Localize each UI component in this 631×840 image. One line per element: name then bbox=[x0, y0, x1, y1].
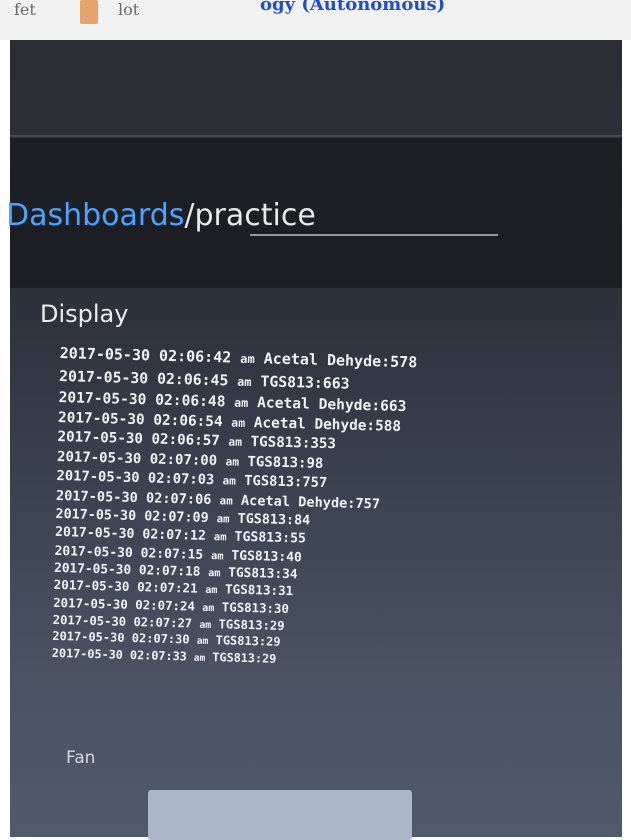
log-date: 2017-05-30 bbox=[58, 367, 149, 387]
log-date: 2017-05-30 bbox=[52, 629, 125, 646]
panel-title: Display bbox=[40, 300, 129, 328]
breadcrumb-current-page: practice bbox=[194, 198, 316, 233]
log-date: 2017-05-30 bbox=[51, 645, 124, 662]
log-time: 02:07:24 bbox=[135, 597, 196, 615]
log-time: 02:06:45 bbox=[156, 370, 229, 389]
log-time: 02:07:27 bbox=[133, 615, 193, 631]
sensor-log: 2017-05-30 02:06:42 am Acetal Dehyde:578… bbox=[52, 343, 620, 677]
log-reading: TGS813:30 bbox=[221, 599, 290, 617]
log-ampm: am bbox=[222, 474, 237, 488]
log-date: 2017-05-30 bbox=[56, 448, 142, 468]
log-reading: TGS813:31 bbox=[224, 581, 294, 599]
log-date: 2017-05-30 bbox=[53, 560, 132, 578]
log-reading: TGS813:29 bbox=[218, 617, 285, 634]
log-ampm: am bbox=[231, 415, 246, 431]
breadcrumb-underline bbox=[250, 234, 498, 236]
log-ampm: am bbox=[193, 652, 206, 664]
log-time: 02:06:48 bbox=[155, 391, 226, 410]
log-date: 2017-05-30 bbox=[54, 525, 135, 543]
log-date: 2017-05-30 bbox=[54, 543, 133, 561]
log-reading: TGS813:353 bbox=[250, 434, 337, 453]
log-ampm: am bbox=[240, 351, 255, 367]
log-date: 2017-05-30 bbox=[53, 577, 130, 595]
log-date: 2017-05-30 bbox=[58, 388, 147, 408]
log-time: 02:06:57 bbox=[151, 431, 220, 450]
top-bar-item-lot[interactable]: lot bbox=[118, 0, 139, 19]
log-time: 02:07:12 bbox=[142, 527, 207, 545]
log-reading: Acetal Dehyde:663 bbox=[256, 393, 407, 415]
log-ampm: am bbox=[219, 494, 233, 508]
breadcrumb-separator: / bbox=[184, 198, 195, 233]
log-reading: TGS813:29 bbox=[212, 650, 277, 666]
log-reading: TGS813:663 bbox=[260, 372, 350, 393]
log-reading: TGS813:34 bbox=[228, 565, 298, 583]
log-time: 02:07:30 bbox=[131, 631, 190, 647]
log-ampm: am bbox=[225, 455, 240, 469]
log-reading: TGS813:84 bbox=[237, 512, 311, 529]
log-date: 2017-05-30 bbox=[57, 410, 145, 429]
log-ampm: am bbox=[228, 434, 243, 450]
fan-label: Fan bbox=[66, 748, 96, 768]
folder-icon bbox=[80, 0, 98, 24]
log-date: 2017-05-30 bbox=[56, 468, 140, 487]
dashboard-screen: Dashboards/practice Display 2017-05-30 0… bbox=[6, 40, 622, 840]
log-date: 2017-05-30 bbox=[55, 487, 139, 507]
log-reading: Acetal Dehyde:588 bbox=[253, 415, 402, 436]
log-reading: Acetal Dehyde:757 bbox=[240, 492, 381, 513]
log-ampm: am bbox=[213, 531, 227, 544]
log-ampm: am bbox=[208, 566, 221, 580]
top-bar: fet lot ogy (Autonomous) bbox=[0, 0, 631, 40]
log-ampm: am bbox=[202, 603, 215, 615]
log-ampm: am bbox=[210, 549, 224, 563]
log-time: 02:06:42 bbox=[158, 346, 232, 367]
banner-text: ogy (Autonomous) bbox=[260, 0, 446, 14]
log-time: 02:07:00 bbox=[149, 451, 218, 470]
log-time: 02:07:09 bbox=[143, 509, 209, 527]
breadcrumb: Dashboards/practice bbox=[6, 198, 316, 233]
log-time: 02:07:15 bbox=[140, 545, 204, 563]
log-reading: TGS813:40 bbox=[231, 548, 303, 566]
fan-control[interactable] bbox=[148, 790, 412, 840]
log-reading: TGS813:757 bbox=[244, 473, 328, 492]
log-time: 02:07:03 bbox=[147, 470, 215, 489]
log-date: 2017-05-30 bbox=[52, 612, 127, 629]
log-ampm: am bbox=[216, 512, 230, 526]
log-date: 2017-05-30 bbox=[55, 507, 137, 525]
log-reading: Acetal Dehyde:578 bbox=[263, 349, 418, 372]
log-reading: TGS813:98 bbox=[247, 453, 324, 472]
log-time: 02:07:21 bbox=[136, 579, 198, 596]
top-bar-item-fet[interactable]: fet bbox=[14, 0, 36, 19]
log-time: 02:07:06 bbox=[145, 490, 212, 509]
log-time: 02:07:33 bbox=[129, 647, 187, 664]
log-ampm: am bbox=[205, 585, 218, 597]
log-ampm: am bbox=[237, 374, 252, 389]
breadcrumb-dashboards-link[interactable]: Dashboards bbox=[6, 198, 184, 233]
log-reading: TGS813:29 bbox=[215, 633, 281, 650]
header-divider bbox=[10, 135, 622, 137]
log-ampm: am bbox=[199, 619, 212, 632]
log-date: 2017-05-30 bbox=[59, 343, 151, 365]
log-reading: TGS813:55 bbox=[234, 529, 307, 547]
log-ampm: am bbox=[234, 395, 249, 410]
log-date: 2017-05-30 bbox=[53, 595, 128, 613]
log-time: 02:06:54 bbox=[153, 412, 223, 431]
log-time: 02:07:18 bbox=[138, 562, 201, 580]
log-ampm: am bbox=[196, 635, 209, 648]
log-date: 2017-05-30 bbox=[57, 429, 144, 448]
